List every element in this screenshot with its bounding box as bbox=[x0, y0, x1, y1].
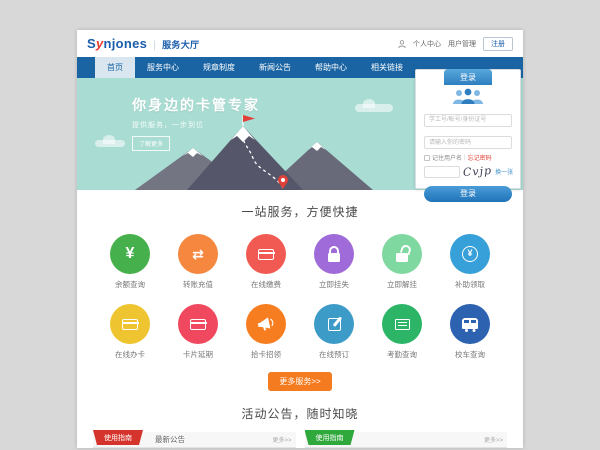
user-manage-link[interactable]: 用户管理 bbox=[448, 39, 476, 49]
personal-center-link[interactable]: 个人中心 bbox=[413, 39, 441, 49]
unlock-icon bbox=[396, 253, 408, 262]
service-label: 补助领取 bbox=[436, 279, 504, 290]
password-input[interactable] bbox=[424, 136, 512, 149]
nav-item-help[interactable]: 帮助中心 bbox=[303, 57, 359, 78]
service-item[interactable]: ¥ 补助领取 bbox=[436, 234, 504, 290]
announcements-title: 活动公告，随时知晓 bbox=[77, 405, 523, 422]
bank-card-icon bbox=[190, 319, 206, 330]
service-label: 在线缴费 bbox=[232, 279, 300, 290]
nav-item-home[interactable]: 首页 bbox=[95, 57, 135, 78]
guide-ribbon-tab[interactable]: 使用指南 bbox=[305, 430, 355, 445]
services-grid: ¥ 余额查询 ⇄ 转账充值 在线缴费 立即挂失 立即解挂 ¥ 补助领取 在线办卡 卡片… bbox=[96, 234, 504, 360]
service-label: 转账充值 bbox=[164, 279, 232, 290]
yen-icon: ¥ bbox=[126, 245, 135, 263]
nav-item-service-center[interactable]: 服务中心 bbox=[135, 57, 191, 78]
service-item[interactable]: 卡片延期 bbox=[164, 304, 232, 360]
more-services-button[interactable]: 更多服务>> bbox=[268, 372, 331, 391]
guide-ribbon-tab[interactable]: 使用指南 bbox=[93, 430, 143, 445]
services-section: 一站服务，方便快捷 ¥ 余额查询 ⇄ 转账充值 在线缴费 立即挂失 立即解挂 ¥ 补助… bbox=[77, 190, 523, 405]
logo-accent: y bbox=[96, 36, 104, 51]
logo-text: S bbox=[87, 36, 96, 51]
service-item[interactable]: 校车查询 bbox=[436, 304, 504, 360]
nav-item-rules[interactable]: 规章制度 bbox=[191, 57, 247, 78]
service-item[interactable]: 在线办卡 bbox=[96, 304, 164, 360]
latest-news-tab[interactable]: 最新公告 bbox=[155, 434, 185, 445]
service-item[interactable]: 拾卡招领 bbox=[232, 304, 300, 360]
coin-icon: ¥ bbox=[462, 246, 478, 262]
service-label: 校车查询 bbox=[436, 349, 504, 360]
service-label: 在线预订 bbox=[300, 349, 368, 360]
service-label: 立即解挂 bbox=[368, 279, 436, 290]
cloud-shape bbox=[95, 140, 125, 147]
edit-icon bbox=[328, 318, 341, 331]
list-icon bbox=[395, 319, 410, 330]
service-circle: ¥ bbox=[110, 234, 150, 274]
login-tab[interactable]: 登录 bbox=[444, 69, 492, 85]
service-label: 考勤查询 bbox=[368, 349, 436, 360]
service-item[interactable]: 立即解挂 bbox=[368, 234, 436, 290]
service-label: 卡片延期 bbox=[164, 349, 232, 360]
logo-divider: | bbox=[153, 40, 156, 51]
hero-subtitle: 提供服务，一步到位 bbox=[132, 120, 260, 130]
service-circle bbox=[178, 304, 218, 344]
forgot-password-link[interactable]: 忘记密码 bbox=[468, 153, 492, 162]
login-submit-button[interactable]: 登录 bbox=[424, 186, 512, 202]
bus-icon bbox=[462, 318, 478, 329]
divider: | bbox=[464, 155, 466, 161]
service-item[interactable]: 考勤查询 bbox=[368, 304, 436, 360]
remember-label: 记住用户名 bbox=[432, 153, 462, 162]
portal-name: 服务大厅 bbox=[162, 40, 199, 50]
service-circle: ¥ bbox=[450, 234, 490, 274]
service-item[interactable]: 在线缴费 bbox=[232, 234, 300, 290]
nav-item-links[interactable]: 相关链接 bbox=[359, 57, 415, 78]
cloud-shape bbox=[355, 104, 393, 112]
header: Synjones | 服务大厅 个人中心 用户管理 注册 bbox=[77, 30, 523, 57]
hero-cta-button[interactable]: 了解更多 bbox=[132, 136, 170, 151]
login-panel: 登录 记住用户名 | 忘记密码 Cvjp 换一张 登录 bbox=[415, 69, 521, 189]
username-input[interactable] bbox=[424, 114, 512, 127]
user-icon bbox=[398, 40, 406, 48]
logo-text-rest: njones bbox=[104, 36, 148, 51]
announcements-right-panel: 使用指南 更多>> bbox=[305, 432, 508, 448]
services-title: 一站服务，方便快捷 bbox=[77, 203, 523, 220]
lock-icon bbox=[328, 253, 340, 262]
service-item[interactable]: ¥ 余额查询 bbox=[96, 234, 164, 290]
service-item[interactable]: 立即挂失 bbox=[300, 234, 368, 290]
service-circle: ⇄ bbox=[178, 234, 218, 274]
service-circle bbox=[450, 304, 490, 344]
service-label: 在线办卡 bbox=[96, 349, 164, 360]
service-label: 立即挂失 bbox=[300, 279, 368, 290]
service-circle bbox=[110, 304, 150, 344]
page: Synjones|服务大厅 个人中心 用户管理 注册 首页 服务中心 规章制度 … bbox=[77, 30, 523, 448]
service-item[interactable]: 在线预订 bbox=[300, 304, 368, 360]
hero-banner: 你身边的卡管专家 提供服务，一步到位 了解更多 登录 bbox=[77, 78, 523, 190]
service-circle bbox=[382, 304, 422, 344]
announcements-section: 活动公告，随时知晓 使用指南 最新公告 更多>> 使用指南 更多>> bbox=[77, 405, 523, 448]
service-label: 拾卡招领 bbox=[232, 349, 300, 360]
service-item[interactable]: ⇄ 转账充值 bbox=[164, 234, 232, 290]
logo[interactable]: Synjones | 服务大厅 bbox=[87, 36, 199, 51]
captcha-refresh-link[interactable]: 换一张 bbox=[495, 167, 513, 176]
remember-checkbox[interactable] bbox=[424, 155, 430, 161]
more-link[interactable]: 更多>> bbox=[484, 435, 503, 444]
service-circle bbox=[314, 304, 354, 344]
nav-item-news[interactable]: 新闻公告 bbox=[247, 57, 303, 78]
captcha-image[interactable]: Cvjp bbox=[463, 164, 493, 179]
service-circle bbox=[246, 304, 286, 344]
bank-card-icon bbox=[258, 249, 274, 260]
announcements-left-panel: 使用指南 最新公告 更多>> bbox=[93, 432, 296, 448]
service-circle bbox=[246, 234, 286, 274]
more-link[interactable]: 更多>> bbox=[272, 435, 291, 444]
transfer-icon: ⇄ bbox=[192, 246, 204, 263]
service-label: 余额查询 bbox=[96, 279, 164, 290]
megaphone-icon bbox=[256, 315, 276, 332]
service-circle bbox=[314, 234, 354, 274]
service-circle bbox=[382, 234, 422, 274]
users-group-icon bbox=[424, 88, 512, 104]
hero-title: 你身边的卡管专家 bbox=[132, 95, 260, 115]
captcha-input[interactable] bbox=[424, 166, 460, 178]
bank-card-icon bbox=[122, 319, 138, 330]
register-button[interactable]: 注册 bbox=[483, 37, 513, 51]
